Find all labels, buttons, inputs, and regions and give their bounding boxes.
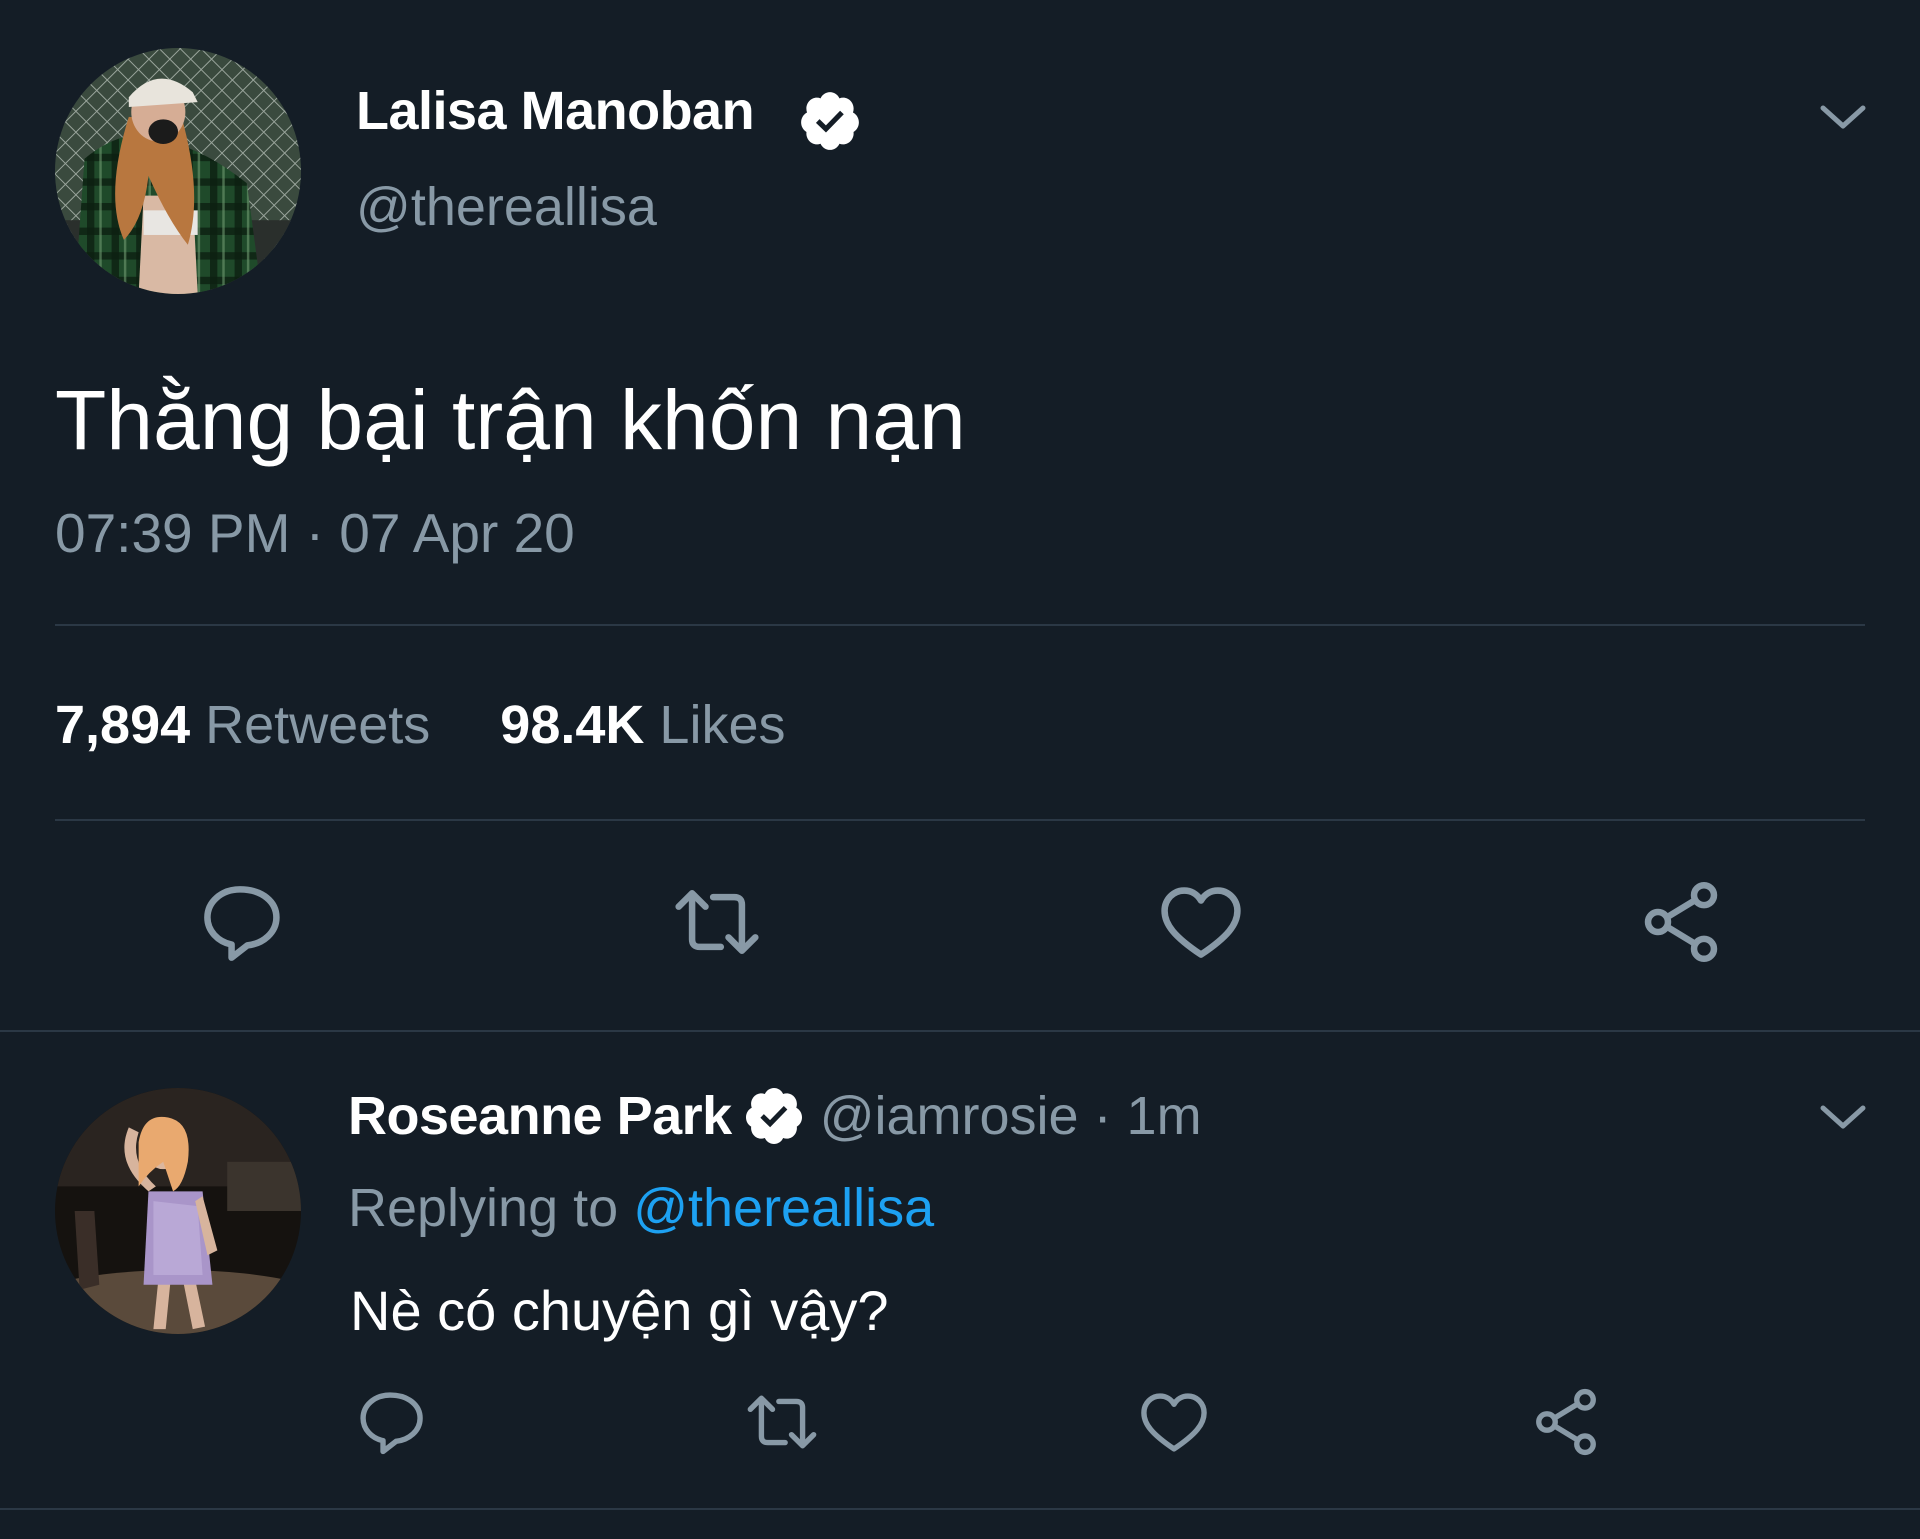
avatar-photo: [55, 1088, 301, 1334]
replying-to-handle-link[interactable]: @thereallisa: [633, 1178, 934, 1238]
retweets-count: 7,894: [55, 695, 191, 755]
reply-icon[interactable]: [194, 876, 286, 968]
replying-to: Replying to @thereallisa: [348, 1175, 934, 1241]
avatar-photo: [55, 48, 301, 294]
chevron-down-icon[interactable]: [1817, 100, 1869, 134]
heart-icon[interactable]: [1155, 876, 1247, 968]
tweet-separator: [0, 1508, 1920, 1510]
tweet-timestamp[interactable]: 07:39 PM · 07 Apr 20: [55, 500, 575, 566]
reply-icon[interactable]: [352, 1384, 428, 1460]
replying-to-label: Replying to: [348, 1178, 619, 1238]
divider: [55, 624, 1865, 626]
likes-label: Likes: [659, 695, 786, 755]
heart-icon[interactable]: [1136, 1384, 1212, 1460]
retweets-label: Retweets: [205, 695, 431, 755]
reply-author-avatar[interactable]: [55, 1088, 301, 1334]
tweet-text: Thằng bại trận khốn nạn: [55, 373, 966, 467]
retweets-stat[interactable]: 7,894 Retweets: [55, 695, 445, 755]
author-avatar[interactable]: [55, 48, 301, 294]
reply-header: Roseanne Park @iamrosie · 1m: [348, 1083, 1202, 1149]
author-handle[interactable]: @thereallisa: [356, 174, 657, 240]
verified-badge-icon: [797, 88, 863, 154]
share-icon[interactable]: [1635, 876, 1727, 968]
reply-text: Nè có chuyện gì vậy?: [350, 1279, 889, 1342]
retweet-icon[interactable]: [744, 1384, 820, 1460]
chevron-down-icon[interactable]: [1817, 1100, 1869, 1134]
likes-count: 98.4K: [500, 695, 645, 755]
share-icon[interactable]: [1528, 1384, 1604, 1460]
tweet-separator: [0, 1030, 1920, 1032]
divider: [55, 819, 1865, 821]
author-name[interactable]: Lalisa Manoban: [356, 78, 755, 144]
reply-handle-time[interactable]: @iamrosie · 1m: [820, 1083, 1202, 1149]
reply-author-name[interactable]: Roseanne Park: [348, 1083, 732, 1149]
tweet-stats: 7,894 Retweets 98.4K Likes: [55, 692, 785, 758]
retweet-icon[interactable]: [671, 876, 763, 968]
likes-stat[interactable]: 98.4K Likes: [500, 695, 785, 755]
verified-badge-icon: [742, 1084, 806, 1148]
